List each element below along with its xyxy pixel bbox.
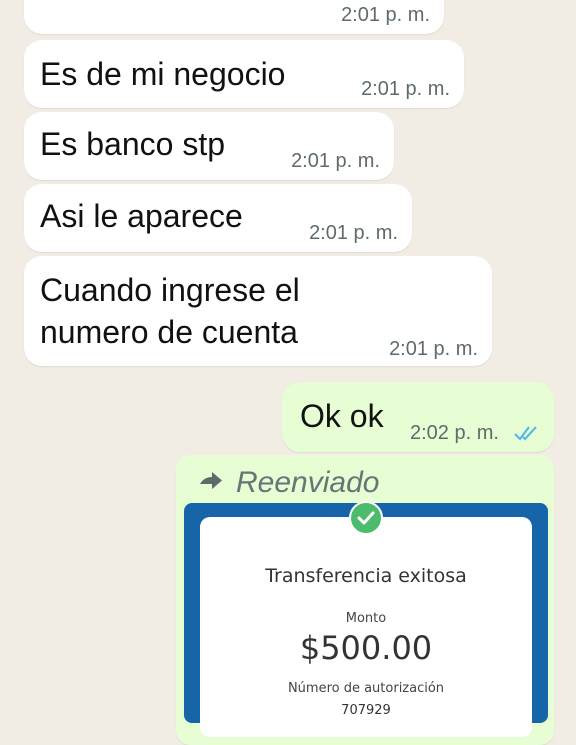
- message-text: Asi le aparece: [40, 198, 243, 234]
- message-bubble[interactable]: Es banco stp 2:01 p. m.: [24, 112, 394, 180]
- double-check-read-icon: [514, 424, 540, 447]
- forwarded-label: Reenviado: [200, 465, 379, 501]
- message-text: Ok ok: [300, 398, 384, 434]
- receipt-amount-label: Monto: [345, 611, 387, 626]
- message-bubble[interactable]: 2:01 p. m.: [24, 0, 444, 34]
- message-text: Es banco stp: [40, 126, 225, 162]
- message-time: 2:01 p. m.: [361, 78, 450, 100]
- receipt-card: Transferencia exitosa Monto $500.00 Núme…: [200, 517, 532, 737]
- outgoing-message-bubble[interactable]: Ok ok 2:02 p. m.: [282, 382, 554, 452]
- message-text: Es de mi negocio: [40, 56, 286, 92]
- message-text-line-1: Cuando ingrese el: [40, 272, 300, 308]
- message-bubble[interactable]: Es de mi negocio 2:01 p. m.: [24, 40, 464, 108]
- message-time: 2:01 p. m.: [341, 4, 430, 26]
- forward-arrow-icon: [200, 471, 222, 495]
- message-time: 2:01 p. m.: [309, 222, 398, 244]
- forwarded-text: Reenviado: [236, 466, 380, 499]
- chat-area[interactable]: 2:01 p. m. Es de mi negocio 2:01 p. m. E…: [0, 0, 576, 745]
- message-text-line-2: numero de cuenta: [40, 314, 298, 350]
- receipt-image[interactable]: Transferencia exitosa Monto $500.00 Núme…: [184, 501, 548, 737]
- message-bubble[interactable]: Cuando ingrese el numero de cuenta 2:01 …: [24, 256, 492, 366]
- message-time: 2:01 p. m.: [389, 338, 478, 360]
- receipt-amount: $500.00: [299, 629, 433, 667]
- message-time: 2:02 p. m.: [410, 422, 499, 444]
- receipt-title: Transferencia exitosa: [265, 565, 467, 587]
- receipt-auth-label: Número de autorización: [287, 681, 445, 696]
- forwarded-message-bubble[interactable]: Reenviado Transferencia exitosa Monto $5…: [176, 455, 554, 745]
- success-check-icon: [349, 501, 383, 535]
- receipt-auth-number: 707929: [341, 703, 391, 718]
- message-time: 2:01 p. m.: [291, 150, 380, 172]
- message-bubble[interactable]: Asi le aparece 2:01 p. m.: [24, 184, 412, 252]
